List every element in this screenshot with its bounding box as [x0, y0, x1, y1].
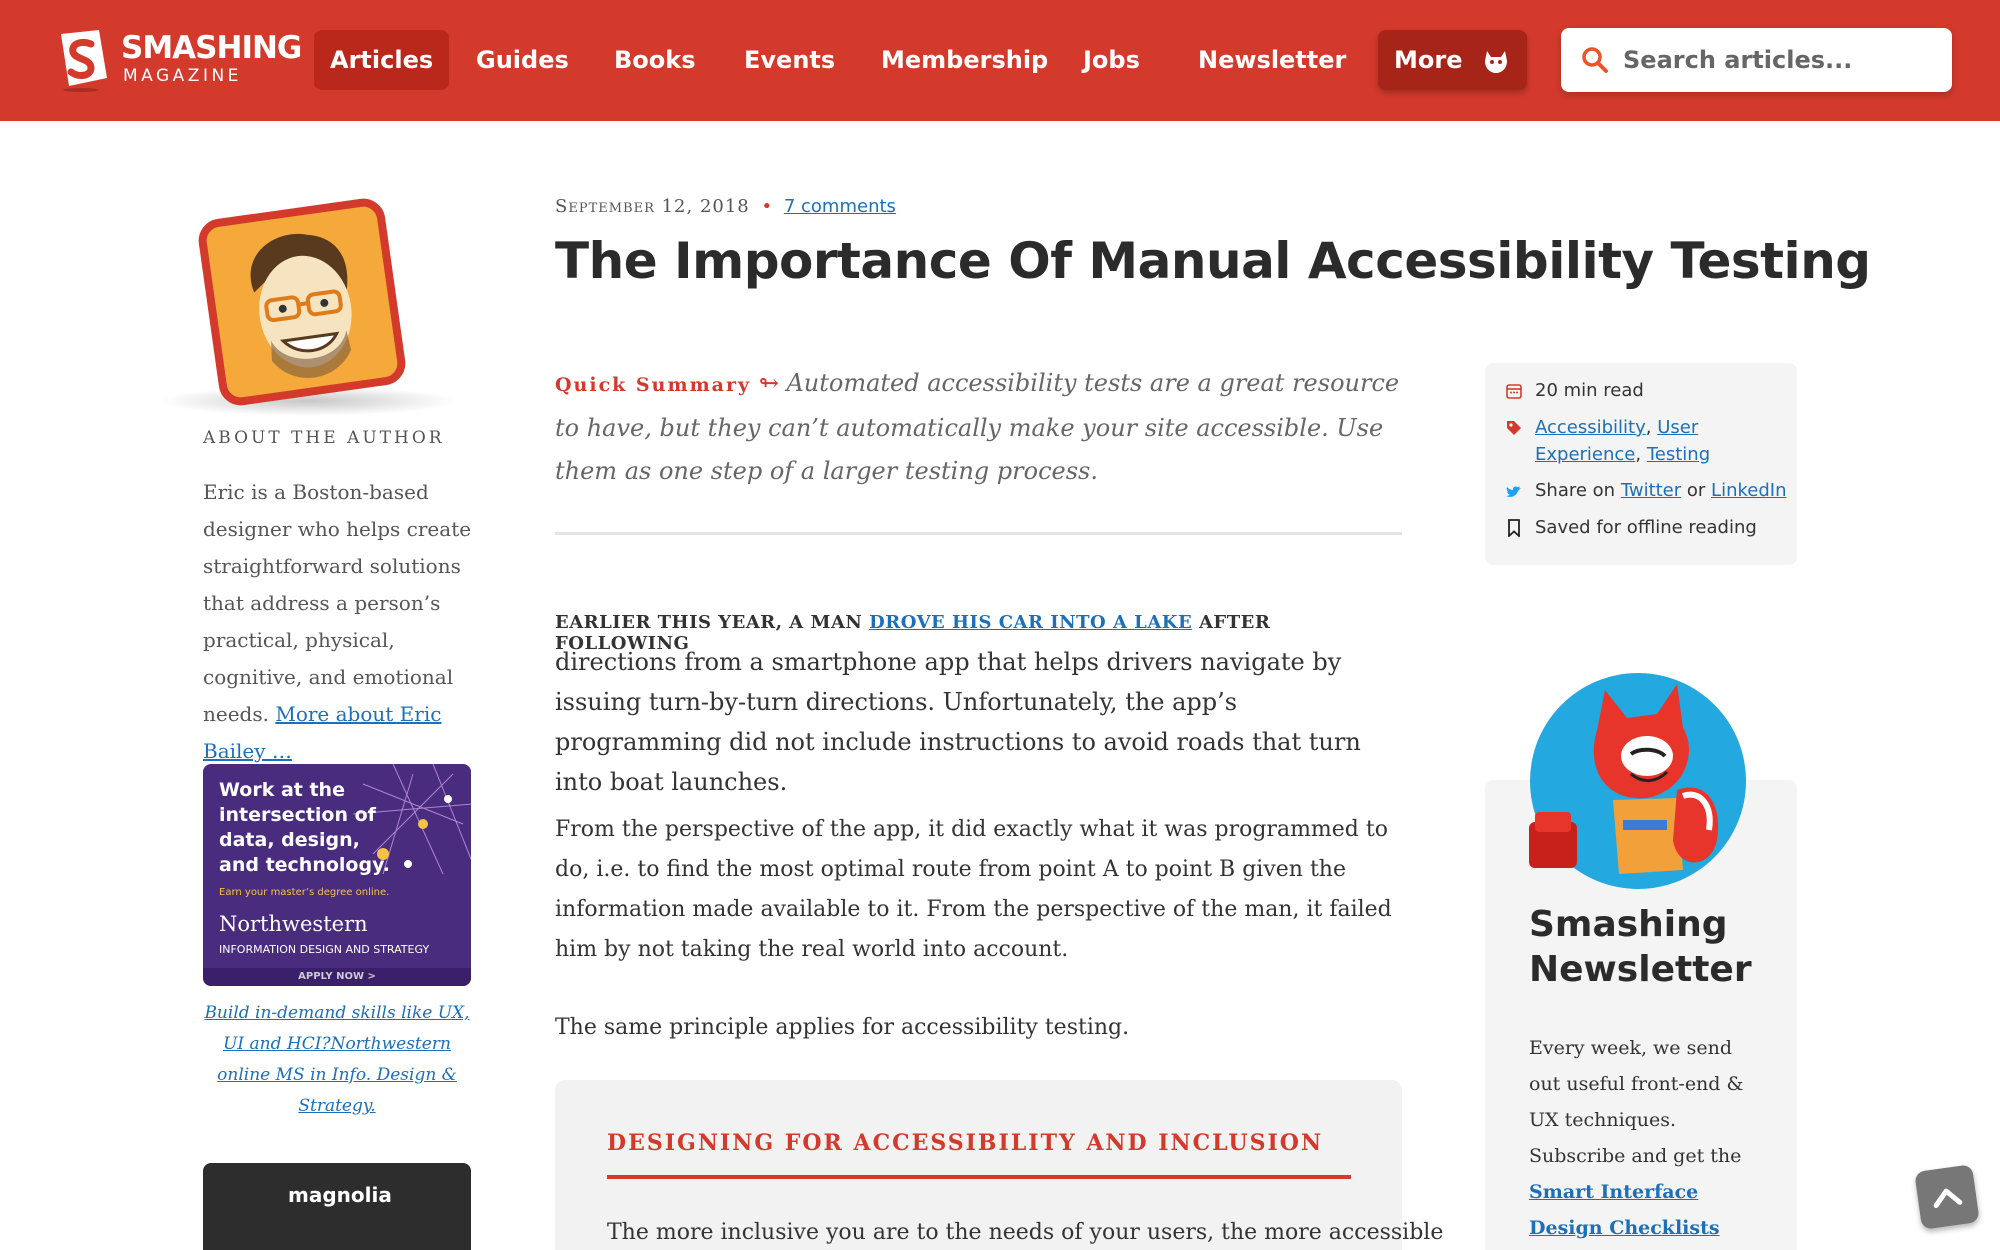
share-label: Share on [1535, 480, 1616, 501]
ad-brand: Northwestern [219, 912, 368, 936]
summary-divider [555, 532, 1402, 535]
calendar-icon [1506, 384, 1522, 399]
quick-summary: Quick Summary ↬ Automated accessibility … [555, 362, 1405, 493]
author-bio-text: Eric is a Boston-based designer who help… [203, 480, 472, 726]
nav-articles[interactable]: Articles [314, 30, 450, 90]
saved-offline[interactable]: Saved for offline reading [1535, 514, 1757, 541]
nav-newsletter[interactable]: Newsletter [1182, 30, 1362, 90]
ad-subline: Earn your master’s degree online. [219, 887, 390, 898]
nav-membership[interactable]: Membership [865, 30, 1064, 90]
inset-heading[interactable]: Designing For Accessibility And Inclusio… [607, 1130, 1323, 1156]
search-box[interactable] [1561, 28, 1952, 92]
author-bio: Eric is a Boston-based designer who help… [203, 474, 478, 770]
ad-caption-link[interactable]: Build in-demand skills like UX, UI and H… [203, 998, 471, 1122]
nav-more-button[interactable]: More [1378, 30, 1527, 90]
nav-books[interactable]: Books [598, 30, 712, 90]
about-author-label: About The Author [203, 428, 445, 448]
share-linkedin-link[interactable]: LinkedIn [1711, 480, 1786, 501]
inset-heading-text: Designing For Accessibility And Inclusio… [607, 1130, 1324, 1156]
ad-program: INFORMATION DESIGN AND STRATEGY [219, 943, 430, 956]
newsletter-body: Every week, we send out useful front-end… [1529, 1037, 1744, 1167]
lead-in-prefix: EARLIER THIS YEAR, A MAN [555, 612, 863, 633]
tag-list: Accessibility, User Experience, Testing [1535, 417, 1711, 465]
comments-link[interactable]: 7 comments [784, 196, 896, 217]
magnolia-ad[interactable]: magnolia [203, 1163, 471, 1250]
tag-testing[interactable]: Testing [1647, 444, 1710, 465]
article-date: September 12, 2018 [555, 196, 750, 217]
search-icon [1582, 47, 1608, 73]
share-row: Share on Twitter or LinkedIn [1535, 477, 1786, 504]
article-paragraph-1: directions from a smartphone app that he… [555, 648, 1361, 796]
northwestern-ad[interactable]: Work at the intersection of data, design… [203, 764, 471, 986]
share-or: or [1686, 480, 1706, 501]
search-input[interactable] [1623, 28, 1933, 92]
newsletter-checklist-link[interactable]: Smart Interface Design Checklists PDF [1529, 1181, 1720, 1250]
nav-more-label: More [1394, 46, 1463, 74]
quick-summary-label: Quick Summary [555, 374, 752, 396]
tag-icon [1507, 421, 1521, 435]
ad-apply-button[interactable]: APPLY NOW > [203, 968, 471, 986]
chevron-up-icon [1933, 1188, 1963, 1209]
tag-accessibility[interactable]: Accessibility [1535, 417, 1646, 438]
share-twitter-link[interactable]: Twitter [1621, 480, 1681, 501]
logo-subtitle: MAGAZINE [123, 66, 242, 86]
newsletter-text: Every week, we send out useful front-end… [1529, 1030, 1769, 1250]
nav-events[interactable]: Events [728, 30, 851, 90]
newsletter-title: Smashing Newsletter [1529, 904, 1752, 990]
inset-text: The more inclusive you are to the needs … [607, 1220, 1444, 1245]
smashing-cat-mascot-icon [1529, 673, 1746, 889]
cat-mascot-icon [1484, 51, 1507, 73]
twitter-icon [1506, 486, 1521, 497]
summary-arrow-icon: ↬ [758, 369, 779, 397]
top-navigation-bar: SMASHING MAGAZINE Articles Guides Books … [0, 0, 2000, 121]
nav-guides[interactable]: Guides [460, 30, 585, 90]
lead-in-link[interactable]: DROVE HIS CAR INTO A LAKE [869, 612, 1192, 633]
ad-headline: Work at the intersection of data, design… [219, 779, 390, 876]
article-paragraph-2: From the perspective of the app, it did … [555, 817, 1392, 962]
read-time: 20 min read [1535, 380, 1644, 401]
article-title: The Importance Of Manual Accessibility T… [555, 232, 1871, 290]
bookmark-icon [1508, 519, 1520, 537]
back-to-top-button[interactable] [1914, 1164, 1980, 1230]
article-paragraph-3: The same principle applies for accessibi… [555, 1015, 1130, 1040]
author-illustration [250, 233, 352, 378]
related-inset-box: Designing For Accessibility And Inclusio… [555, 1080, 1444, 1250]
article-info-box: 20 min read Accessibility, User Experien… [1485, 363, 1797, 565]
logo-wordmark: SMASHING [121, 30, 302, 66]
article-meta: September 12, 2018 • 7 comments [555, 196, 896, 217]
ad2-brand: magnolia [288, 1183, 392, 1207]
author-avatar[interactable] [195, 195, 409, 409]
smashing-magazine-logo[interactable]: SMASHING MAGAZINE [55, 30, 302, 98]
meta-separator: • [761, 196, 773, 217]
inset-divider [607, 1175, 1351, 1179]
nav-jobs[interactable]: Jobs [1067, 30, 1156, 90]
smashing-logo-icon [61, 30, 107, 92]
